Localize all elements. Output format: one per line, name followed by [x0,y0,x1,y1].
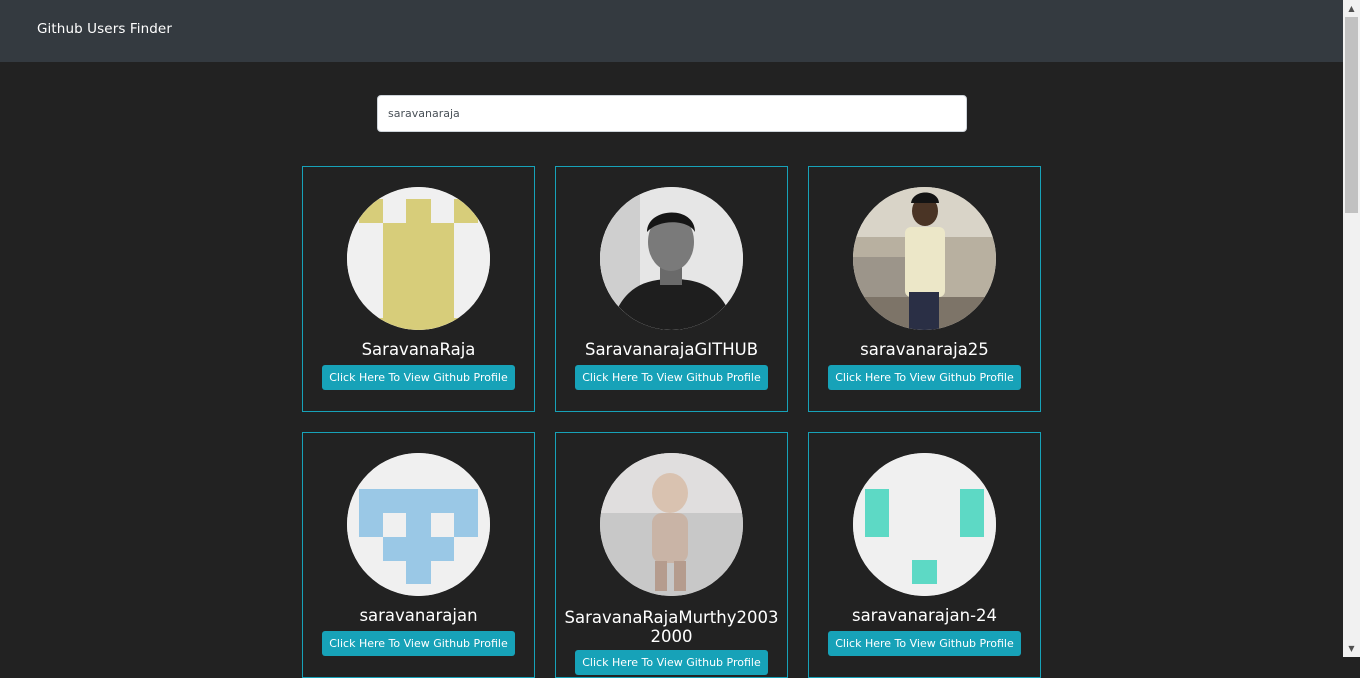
user-card: SaravanaRaja Click Here To View Github P… [302,166,535,412]
username: SaravanarajaGITHUB [584,340,759,359]
view-profile-button[interactable]: Click Here To View Github Profile [575,650,768,675]
avatar [853,187,996,330]
identicon-avatar [347,453,490,596]
username: saravanarajan [359,606,478,625]
search-input[interactable] [377,95,967,132]
view-profile-button[interactable]: Click Here To View Github Profile [828,631,1021,656]
scroll-thumb[interactable] [1345,17,1358,213]
user-card: SaravanaRajaMurthy20032000 Click Here To… [555,432,788,678]
scroll-down-arrow-icon[interactable]: ▼ [1343,640,1360,657]
username: saravanarajan-24 [851,606,998,625]
user-card: saravanaraja25 Click Here To View Github… [808,166,1041,412]
avatar [347,187,490,330]
view-profile-button[interactable]: Click Here To View Github Profile [322,365,515,390]
avatar [600,453,743,596]
user-card: saravanarajan-24 Click Here To View Gith… [808,432,1041,678]
identicon-avatar [347,187,490,330]
view-profile-button[interactable]: Click Here To View Github Profile [575,365,768,390]
navbar: Github Users Finder [0,0,1343,62]
username: SaravanaRaja [361,340,476,359]
scrollbar[interactable]: ▲ ▼ [1343,0,1360,657]
avatar [347,453,490,596]
identicon-avatar [853,453,996,596]
view-profile-button[interactable]: Click Here To View Github Profile [322,631,515,656]
username: SaravanaRajaMurthy20032000 [564,608,779,646]
username: saravanaraja25 [860,340,989,359]
view-profile-button[interactable]: Click Here To View Github Profile [828,365,1021,390]
person-photo-avatar [853,187,996,330]
user-card: saravanarajan Click Here To View Github … [302,432,535,678]
child-photo-avatar [600,453,743,596]
avatar [600,187,743,330]
person-photo-avatar [600,187,743,330]
scroll-up-arrow-icon[interactable]: ▲ [1343,0,1360,17]
user-card: SaravanarajaGITHUB Click Here To View Gi… [555,166,788,412]
avatar [853,453,996,596]
brand-title[interactable]: Github Users Finder [37,21,172,37]
